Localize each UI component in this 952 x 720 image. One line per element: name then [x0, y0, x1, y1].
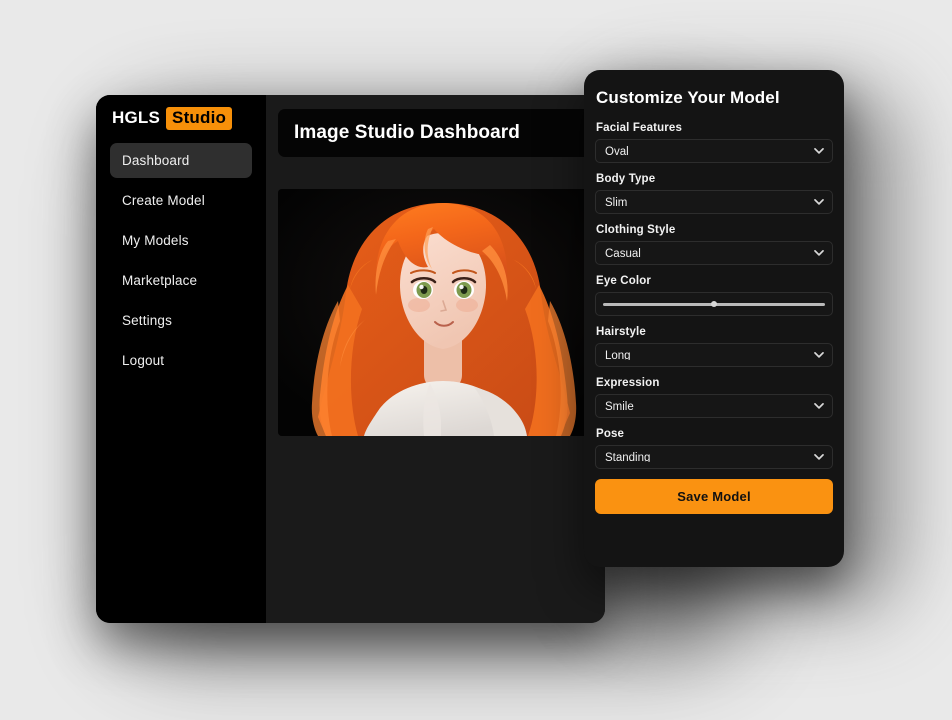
field-label: Eye Color [596, 275, 652, 287]
logo-text-accent: Studio [166, 106, 233, 130]
panel-title: Customize Your Model [596, 88, 780, 107]
eye-color-slider[interactable] [603, 302, 825, 306]
select-wrapper: Oval [595, 139, 833, 163]
save-model-button[interactable]: Save Model [595, 479, 833, 514]
sidebar-item-dashboard[interactable]: Dashboard [110, 143, 252, 178]
sidebar-nav: Dashboard Create Model My Models Marketp… [96, 143, 266, 378]
app-window: HGLS Studio Dashboard Create Model My Mo… [96, 95, 605, 623]
sidebar-item-settings[interactable]: Settings [110, 303, 252, 338]
model-preview-image [278, 189, 605, 436]
field-label: Expression [596, 377, 660, 389]
field-label: Body Type [596, 173, 656, 185]
field-expression: Expression Smile [595, 377, 833, 418]
field-pose: Pose Standing [595, 428, 833, 469]
sidebar-item-label: Settings [122, 313, 172, 328]
field-label: Pose [596, 428, 625, 440]
main-content: Image Studio Dashboard [266, 95, 605, 623]
sidebar-item-logout[interactable]: Logout [110, 343, 252, 378]
sidebar: HGLS Studio Dashboard Create Model My Mo… [96, 95, 266, 623]
field-label: Facial Features [596, 122, 682, 134]
select-wrapper: Standing [595, 445, 833, 469]
sidebar-item-my-models[interactable]: My Models [110, 223, 252, 258]
field-body-type: Body Type Slim [595, 173, 833, 214]
expression-select[interactable]: Smile [595, 394, 833, 418]
slider-wrapper [595, 292, 833, 316]
field-clothing-style: Clothing Style Casual [595, 224, 833, 265]
sidebar-item-label: Create Model [122, 193, 205, 208]
field-eye-color: Eye Color [595, 275, 833, 316]
select-wrapper: Smile [595, 394, 833, 418]
pose-select[interactable]: Standing [595, 445, 833, 469]
model-preview-card[interactable] [278, 189, 605, 436]
clothing-style-select[interactable]: Casual [595, 241, 833, 265]
body-type-select[interactable]: Slim [595, 190, 833, 214]
field-label: Hairstyle [596, 326, 646, 338]
sidebar-item-label: Dashboard [122, 153, 190, 168]
page-header: Image Studio Dashboard [278, 109, 605, 157]
sidebar-item-label: Marketplace [122, 273, 198, 288]
sidebar-item-label: Logout [122, 353, 165, 368]
hairstyle-select[interactable]: Long [595, 343, 833, 367]
sidebar-item-create-model[interactable]: Create Model [110, 183, 252, 218]
sidebar-item-label: My Models [122, 233, 189, 248]
select-wrapper: Casual [595, 241, 833, 265]
app-logo[interactable]: HGLS Studio [96, 95, 266, 130]
page-title: Image Studio Dashboard [294, 122, 521, 143]
select-wrapper: Long [595, 343, 833, 367]
field-hairstyle: Hairstyle Long [595, 326, 833, 367]
sidebar-item-marketplace[interactable]: Marketplace [110, 263, 252, 298]
facial-features-select[interactable]: Oval [595, 139, 833, 163]
field-label: Clothing Style [596, 224, 676, 236]
customize-model-panel: Customize Your Model Facial Features Ova… [584, 70, 844, 567]
field-facial-features: Facial Features Oval [595, 122, 833, 163]
select-wrapper: Slim [595, 190, 833, 214]
logo-text-primary: HGLS [112, 108, 161, 127]
